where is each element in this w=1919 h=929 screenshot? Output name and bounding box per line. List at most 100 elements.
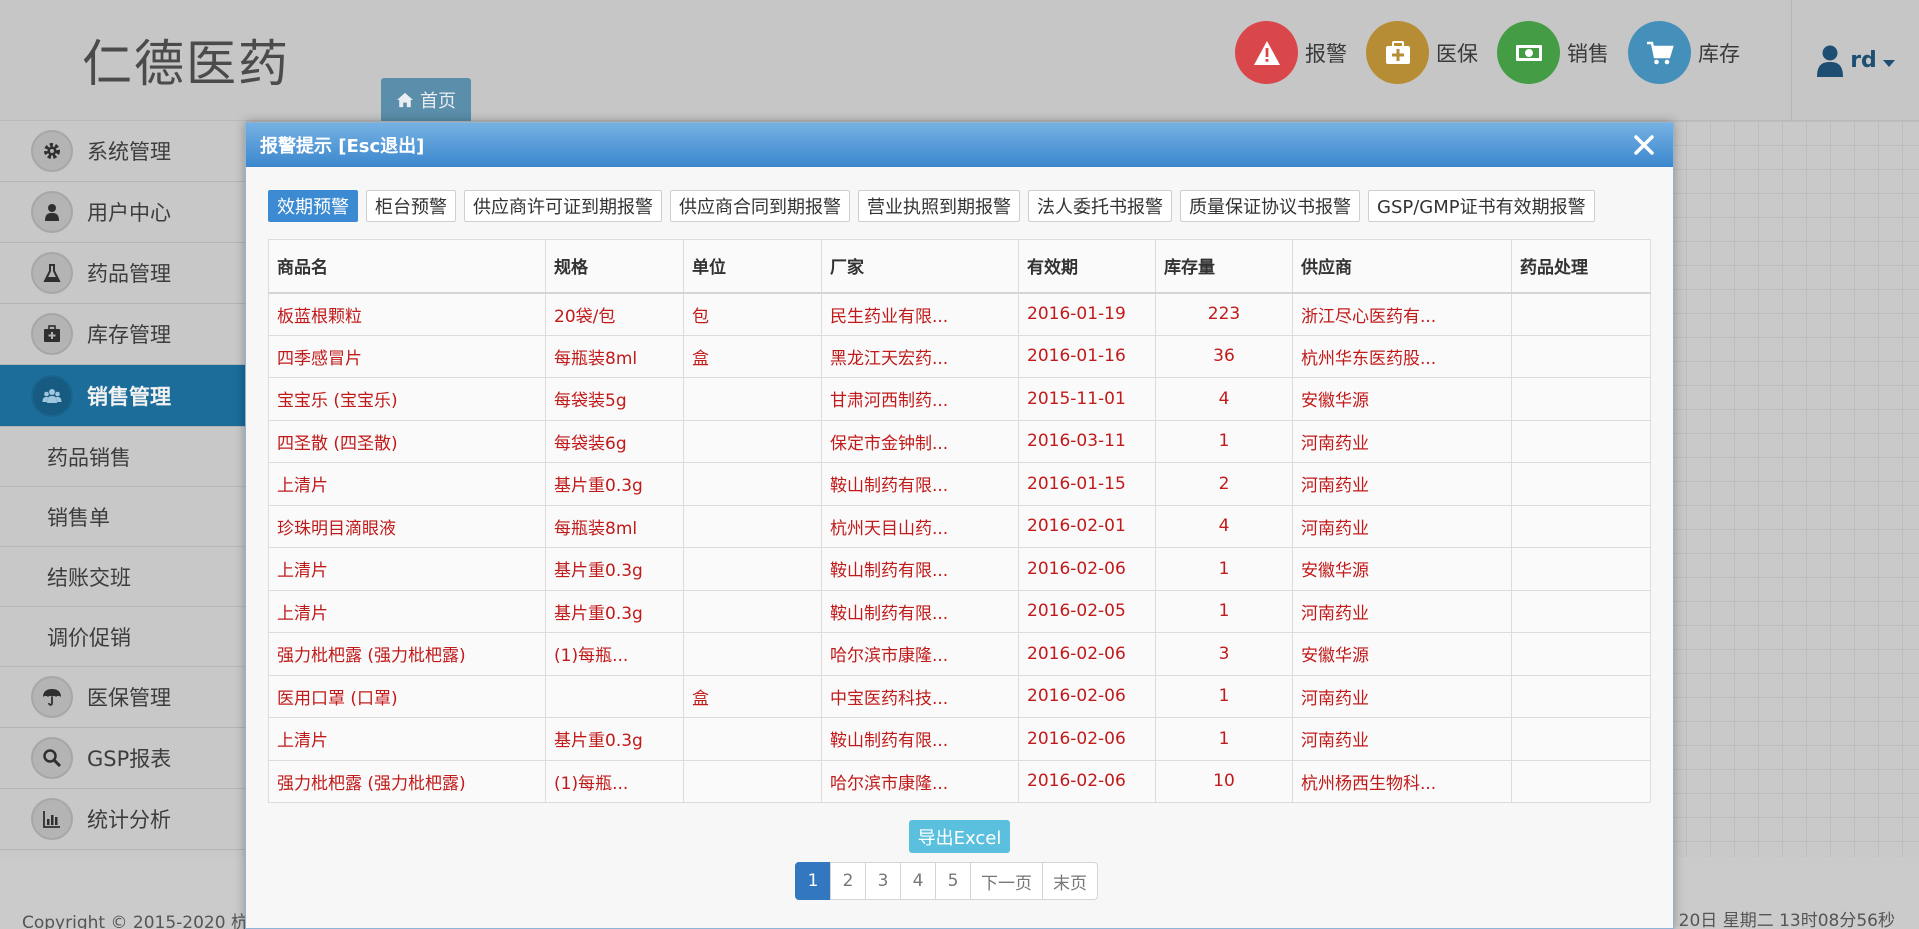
top-nav-insurance-button[interactable]: 医保 (1366, 21, 1478, 84)
table-row[interactable]: 医用口罩 (口罩) 盒中宝医药科技... 2016-02-06 1 河南药业 (268, 674, 1651, 718)
table-row[interactable]: 强力枇杷露 (强力枇杷露) (1)每瓶... 哈尔滨市康隆... 2016-02-06… (268, 632, 1651, 676)
table-cell: 36 (1155, 334, 1293, 378)
last-page-button[interactable]: 末页 (1042, 862, 1098, 900)
user-menu[interactable]: rd (1791, 0, 1919, 121)
table-cell: 基片重0.3g (545, 462, 684, 506)
table-cell (683, 377, 822, 421)
tab-legal-proxy-alarm[interactable]: 法人委托书报警 (1028, 190, 1172, 222)
table-cell: 1 (1155, 674, 1293, 718)
table-cell: 上清片 (268, 547, 546, 591)
table-row[interactable]: 上清片 基片重0.3g 鞍山制药有限... 2016-02-06 1 河南药业 (268, 717, 1651, 761)
tab-supplier-license-alarm[interactable]: 供应商许可证到期报警 (464, 190, 662, 222)
table-cell: 3 (1155, 632, 1293, 676)
table-row[interactable]: 板蓝根颗粒 20袋/包包民生药业有限... 2016-01-19 223 浙江尽心医药有… (268, 292, 1651, 336)
sidebar-item-label: 用户中心 (87, 201, 171, 225)
table-row[interactable]: 上清片 基片重0.3g 鞍山制药有限... 2016-02-05 1 河南药业 (268, 589, 1651, 633)
table-cell: 2016-03-11 (1018, 419, 1156, 463)
sidebar-subitem-sales-order[interactable]: 销售单 (0, 487, 246, 547)
table-cell (1511, 504, 1651, 548)
top-nav-sales-label: 销售 (1567, 41, 1609, 66)
umbrella-icon (31, 676, 73, 718)
table-row[interactable]: 珍珠明目滴眼液 每瓶装8ml 杭州天目山药... 2016-02-01 4 河南药业 (268, 504, 1651, 548)
tab-counter-warning[interactable]: 柜台预警 (366, 190, 456, 222)
table-cell: 鞍山制药有限... (821, 462, 1019, 506)
table-cell (1511, 632, 1651, 676)
tab-expiry-warning[interactable]: 效期预警 (268, 190, 358, 222)
table-cell: 基片重0.3g (545, 589, 684, 633)
table-cell: 杭州天目山药... (821, 504, 1019, 548)
table-cell: 盒 (683, 334, 822, 378)
search-icon (31, 737, 73, 779)
table-row[interactable]: 强力枇杷露 (强力枇杷露) (1)每瓶... 哈尔滨市康隆... 2016-02-06… (268, 759, 1651, 803)
table-header-row: 商品名 规格 单位 厂家 有效期 库存量 供应商 药品处理 (268, 239, 1651, 294)
close-button[interactable] (1630, 131, 1658, 159)
table-cell (1511, 547, 1651, 591)
page-button-5[interactable]: 5 (935, 862, 971, 900)
tab-gsp-gmp-certificate-alarm[interactable]: GSP/GMP证书有效期报警 (1368, 190, 1595, 222)
table-cell: 杭州杨西生物科... (1292, 759, 1512, 803)
page-button-2[interactable]: 2 (830, 862, 866, 900)
table-cell: 宝宝乐 (宝宝乐) (268, 377, 546, 421)
table-row[interactable]: 上清片 基片重0.3g 鞍山制药有限... 2016-02-06 1 安徽华源 (268, 547, 1651, 591)
table-cell: 2016-02-05 (1018, 589, 1156, 633)
sidebar-subitem-shift-checkout[interactable]: 结账交班 (0, 547, 246, 607)
sidebar-item-insurance[interactable]: 医保管理 (0, 667, 246, 728)
table-cell: 2016-02-06 (1018, 674, 1156, 718)
cart-icon (1628, 21, 1691, 84)
sidebar-item-stock[interactable]: 库存管理 (0, 304, 246, 365)
sidebar-item-sales[interactable]: 销售管理 (0, 365, 246, 427)
table-cell: 板蓝根颗粒 (268, 292, 546, 336)
table-row[interactable]: 宝宝乐 (宝宝乐) 每袋装5g 甘肃河西制药... 2015-11-01 4 安徽华源 (268, 377, 1651, 421)
sidebar-item-drug[interactable]: 药品管理 (0, 243, 246, 304)
top-nav-stock-button[interactable]: 库存 (1628, 21, 1740, 84)
sidebar-item-statistics[interactable]: 统计分析 (0, 789, 246, 850)
table-cell: 珍珠明目滴眼液 (268, 504, 546, 548)
column-header: 药品处理 (1511, 239, 1651, 294)
sidebar-item-gsp-report[interactable]: GSP报表 (0, 728, 246, 789)
tab-quality-agreement-alarm[interactable]: 质量保证协议书报警 (1180, 190, 1360, 222)
page-button-3[interactable]: 3 (865, 862, 901, 900)
tab-business-license-alarm[interactable]: 营业执照到期报警 (858, 190, 1020, 222)
home-icon (397, 92, 413, 107)
sidebar-item-user-center[interactable]: 用户中心 (0, 182, 246, 243)
column-header: 单位 (683, 239, 822, 294)
pagination: 1 2 3 4 5 下一页 末页 (795, 862, 1098, 900)
top-nav-sales-button[interactable]: 销售 (1497, 21, 1609, 84)
sidebar-item-system[interactable]: 系统管理 (0, 121, 246, 182)
page-button-4[interactable]: 4 (900, 862, 936, 900)
sidebar-subitem-drug-sales[interactable]: 药品销售 (0, 427, 246, 487)
table-cell: 1 (1155, 419, 1293, 463)
dialog-title-bar[interactable]: 报警提示 [Esc退出] (246, 123, 1673, 167)
sidebar-item-label: 库存管理 (87, 323, 171, 347)
table-cell (1511, 717, 1651, 761)
sidebar-subitem-price-promotion[interactable]: 调价促销 (0, 607, 246, 667)
table-cell (1511, 377, 1651, 421)
bar-chart-icon (31, 798, 73, 840)
table-cell: 河南药业 (1292, 674, 1512, 718)
table-cell: 河南药业 (1292, 717, 1512, 761)
table-cell: 哈尔滨市康隆... (821, 759, 1019, 803)
table-row[interactable]: 上清片 基片重0.3g 鞍山制药有限... 2016-01-15 2 河南药业 (268, 462, 1651, 506)
tab-home[interactable]: 首页 (381, 78, 471, 121)
table-cell: 安徽华源 (1292, 632, 1512, 676)
page-button-1[interactable]: 1 (795, 862, 831, 900)
app-header: 仁德医药 首页 报警 医保 销售 库存 rd (0, 0, 1919, 121)
alarm-dialog: 报警提示 [Esc退出] 效期预警 柜台预警 供应商许可证到期报警 供应商合同到… (245, 122, 1674, 929)
tab-supplier-contract-alarm[interactable]: 供应商合同到期报警 (670, 190, 850, 222)
table-cell: 2016-02-06 (1018, 632, 1156, 676)
table-cell: 2015-11-01 (1018, 377, 1156, 421)
table-cell: 安徽华源 (1292, 377, 1512, 421)
table-cell: 安徽华源 (1292, 547, 1512, 591)
next-page-button[interactable]: 下一页 (970, 862, 1043, 900)
export-excel-button[interactable]: 导出Excel (909, 820, 1010, 853)
table-cell: 每袋装5g (545, 377, 684, 421)
table-cell: 上清片 (268, 717, 546, 761)
table-row[interactable]: 四季感冒片 每瓶装8ml 盒黑龙江天宏药... 2016-01-16 36 杭州华东医药股… (268, 334, 1651, 378)
table-cell: 黑龙江天宏药... (821, 334, 1019, 378)
table-cell: 民生药业有限... (821, 292, 1019, 336)
sidebar-item-label: 销售管理 (87, 384, 171, 409)
table-cell: 每瓶装8ml (545, 334, 684, 378)
table-cell: 杭州华东医药股... (1292, 334, 1512, 378)
top-nav-alarm-button[interactable]: 报警 (1235, 21, 1347, 84)
table-row[interactable]: 四圣散 (四圣散) 每袋装6g 保定市金钟制... 2016-03-11 1 河南药业 (268, 419, 1651, 463)
